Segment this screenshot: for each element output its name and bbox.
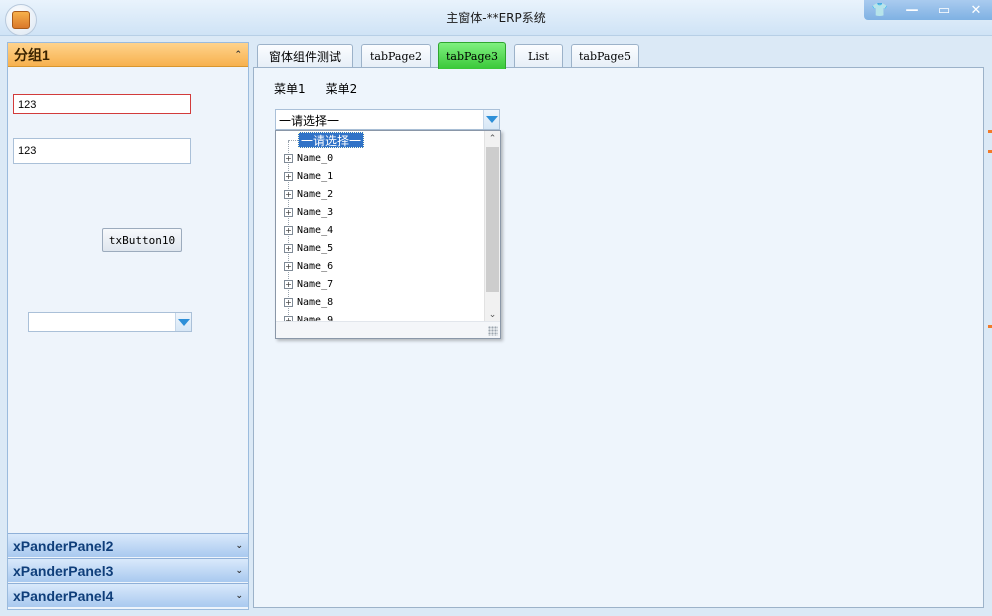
- tab-list[interactable]: List: [514, 44, 563, 68]
- vertical-scrollbar[interactable]: ⌃ ⌄: [484, 131, 500, 323]
- xpanderpanel4-header[interactable]: xPanderPanel4 ⌄: [8, 583, 248, 607]
- tree-node-selected[interactable]: 一请选择一: [298, 132, 365, 148]
- menu-item-2[interactable]: 菜单2: [326, 80, 358, 97]
- group1-header[interactable]: 分组1 ⌃: [8, 43, 248, 67]
- expand-icon[interactable]: +: [284, 243, 293, 253]
- xpanderpanel3-label: xPanderPanel3: [13, 562, 114, 579]
- resize-grip-icon[interactable]: [488, 326, 498, 336]
- dropdown-arrow-icon[interactable]: [175, 313, 191, 331]
- tree-combo-value: 一请选择一: [279, 114, 340, 128]
- window-controls: 👕 — ▭ ✕: [864, 0, 992, 20]
- tree-view: 一请选择一 + Name_0 + Name_1 + Name_2 + Name_3 + N…: [276, 131, 484, 323]
- chevron-up-icon[interactable]: ⌃: [234, 50, 242, 60]
- tree-node[interactable]: + Name_3: [284, 203, 333, 221]
- tree-node-label: Name_0: [297, 152, 334, 164]
- tree-node[interactable]: + Name_8: [284, 293, 333, 311]
- title-bar: 主窗体-**ERP系统 👕 — ▭ ✕: [0, 0, 992, 36]
- expand-icon[interactable]: +: [284, 279, 293, 289]
- expand-icon[interactable]: +: [284, 297, 293, 307]
- left-combo-box[interactable]: [28, 312, 192, 332]
- tree-node[interactable]: + Name_7: [284, 275, 333, 293]
- left-panel: 分组1 ⌃ 123 123 txButton10 xPanderPanel2 ⌄…: [7, 42, 249, 610]
- close-button[interactable]: ✕: [960, 0, 992, 20]
- tree-node[interactable]: + Name_0: [284, 149, 333, 167]
- tree-node[interactable]: + Name_2: [284, 185, 333, 203]
- tab-tabpage5[interactable]: tabPage5: [571, 44, 639, 68]
- text-input-2[interactable]: 123: [13, 138, 191, 164]
- dropdown-footer: [276, 321, 500, 338]
- xpanderpanel3-header[interactable]: xPanderPanel3 ⌄: [8, 558, 248, 582]
- expand-icon[interactable]: +: [284, 261, 293, 271]
- expand-icon[interactable]: +: [284, 225, 293, 235]
- chevron-down-icon[interactable]: ⌄: [235, 566, 243, 576]
- edge-marker: [988, 150, 992, 153]
- tree-node-label: Name_4: [297, 224, 334, 236]
- scroll-thumb[interactable]: [486, 147, 499, 292]
- tree-node[interactable]: + Name_6: [284, 257, 333, 275]
- tree-node-label: Name_1: [297, 170, 334, 182]
- expand-icon[interactable]: +: [284, 171, 293, 181]
- text-input-1[interactable]: 123: [13, 94, 191, 114]
- scroll-up-icon[interactable]: ⌃: [485, 131, 500, 147]
- tree-node-label: Name_2: [297, 188, 334, 200]
- xpanderpanel2-label: xPanderPanel2: [13, 537, 114, 554]
- tree-node[interactable]: + Name_1: [284, 167, 333, 185]
- dropdown-arrow-icon[interactable]: [483, 110, 499, 129]
- txbutton10[interactable]: txButton10: [102, 228, 182, 252]
- tab-tabpage2[interactable]: tabPage2: [361, 44, 431, 68]
- edge-marker: [988, 325, 992, 328]
- tab-strip: 窗体组件测试 tabPage2 tabPage3 List tabPage5: [255, 42, 985, 69]
- skin-icon[interactable]: 👕: [864, 0, 896, 20]
- tab-tabpage3[interactable]: tabPage3: [438, 42, 506, 69]
- tree-node-label: Name_7: [297, 278, 334, 290]
- menu-item-1[interactable]: 菜单1: [274, 80, 306, 97]
- tree-node-label: Name_3: [297, 206, 334, 218]
- tree-node-label: Name_6: [297, 260, 334, 272]
- chevron-down-icon[interactable]: ⌄: [235, 541, 243, 551]
- expand-icon[interactable]: +: [284, 207, 293, 217]
- tabpage3-content: 菜单1 菜单2 一请选择一 一请选择一 + Name_0 + Name_1 + Nam…: [253, 67, 984, 608]
- xpanderpanel4-label: xPanderPanel4: [13, 587, 114, 604]
- chevron-down-icon[interactable]: ⌄: [235, 591, 243, 601]
- tree-node[interactable]: + Name_4: [284, 221, 333, 239]
- minimize-button[interactable]: —: [896, 0, 928, 20]
- window-title: 主窗体-**ERP系统: [446, 11, 546, 25]
- tree-dropdown-list: 一请选择一 + Name_0 + Name_1 + Name_2 + Name_3 + N…: [275, 130, 501, 339]
- tree-combo-box[interactable]: 一请选择一: [275, 109, 500, 130]
- group1-label: 分组1: [14, 46, 50, 63]
- tree-node[interactable]: + Name_5: [284, 239, 333, 257]
- menu-bar: 菜单1 菜单2: [274, 80, 357, 97]
- xpanderpanel2-header[interactable]: xPanderPanel2 ⌄: [8, 533, 248, 557]
- expand-icon[interactable]: +: [284, 189, 293, 199]
- maximize-button[interactable]: ▭: [928, 0, 960, 20]
- tree-node-label: Name_8: [297, 296, 334, 308]
- expand-icon[interactable]: +: [284, 153, 293, 163]
- edge-marker: [988, 130, 992, 133]
- tree-node-label: Name_5: [297, 242, 334, 254]
- tab-form-components[interactable]: 窗体组件测试: [257, 44, 353, 68]
